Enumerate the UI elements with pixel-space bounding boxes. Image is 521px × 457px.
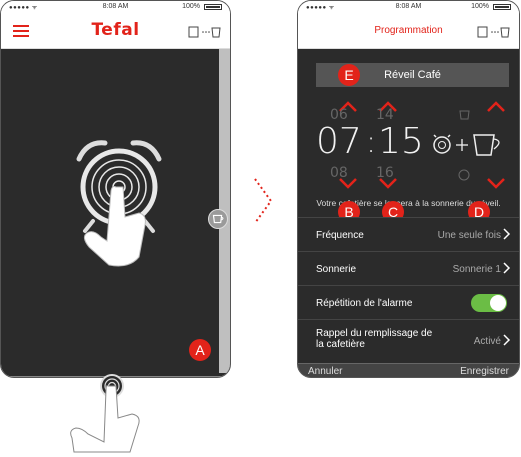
coffee-maker-icon — [212, 214, 224, 224]
phone-screen-home: ●●●●● ᯤ 8:08 AM 100% Tefal A — [0, 0, 231, 378]
battery-percent: 100% — [471, 3, 489, 10]
alarm-plus-coffee-icon — [433, 110, 500, 181]
battery-icon — [204, 4, 222, 10]
chevron-right-icon — [503, 228, 511, 240]
coffee-maker-icon[interactable] — [477, 26, 511, 38]
chevron-right-icon — [503, 334, 511, 346]
footer-bar: Annuler Enregistrer — [298, 363, 519, 377]
callout-badge-e: E — [338, 64, 360, 86]
coffee-maker-icon[interactable] — [188, 26, 222, 38]
hand-tap-icon — [70, 374, 140, 453]
hour-next[interactable]: 08 — [330, 165, 348, 181]
hour-current[interactable]: 07 — [316, 121, 362, 162]
time-separator: : — [366, 125, 377, 160]
row-repetition: Répétition de l'alarme — [298, 285, 519, 319]
status-bar: ●●●●● ᯤ 8:08 AM 100% — [1, 1, 230, 13]
row-label: Répétition de l'alarme — [316, 298, 413, 309]
row-value: Sonnerie 1 — [452, 264, 501, 275]
row-frequence[interactable]: Fréquence Une seule fois — [298, 217, 519, 251]
chevron-right-icon — [503, 262, 511, 274]
row-sonnerie[interactable]: Sonnerie Sonnerie 1 — [298, 251, 519, 285]
transition-arrow-icon — [254, 178, 273, 224]
status-bar: ●●●●● ᯤ 8:08 AM 100% — [298, 1, 519, 13]
alarm-clock-icon[interactable] — [59, 129, 179, 279]
app-bar: Tefal — [1, 13, 230, 49]
minute-current[interactable]: 15 — [378, 121, 424, 162]
app-bar: Programmation — [298, 13, 519, 49]
repetition-toggle[interactable] — [471, 294, 507, 312]
row-value: Une seule fois — [437, 230, 501, 241]
cancel-button[interactable]: Annuler — [308, 366, 342, 377]
callout-badge-a: A — [189, 339, 211, 361]
row-label: Sonnerie — [316, 264, 357, 275]
row-label: Rappel du remplissage de la cafetière — [316, 328, 433, 350]
phone-screen-programmation: ●●●●● ᯤ 8:08 AM 100% Programmation Révei… — [297, 0, 520, 378]
battery-icon — [493, 4, 511, 10]
save-button[interactable]: Enregistrer — [460, 366, 509, 377]
row-label: Fréquence — [316, 230, 364, 241]
battery-percent: 100% — [182, 3, 200, 10]
time-picker: 06 07 08 : 14 15 16 — [298, 91, 519, 215]
minute-next[interactable]: 16 — [376, 165, 394, 181]
drawer-pull-tab[interactable] — [208, 209, 228, 229]
row-rappel[interactable]: Rappel du remplissage de la cafetière Ac… — [298, 319, 519, 363]
row-value: Activé — [473, 336, 501, 347]
